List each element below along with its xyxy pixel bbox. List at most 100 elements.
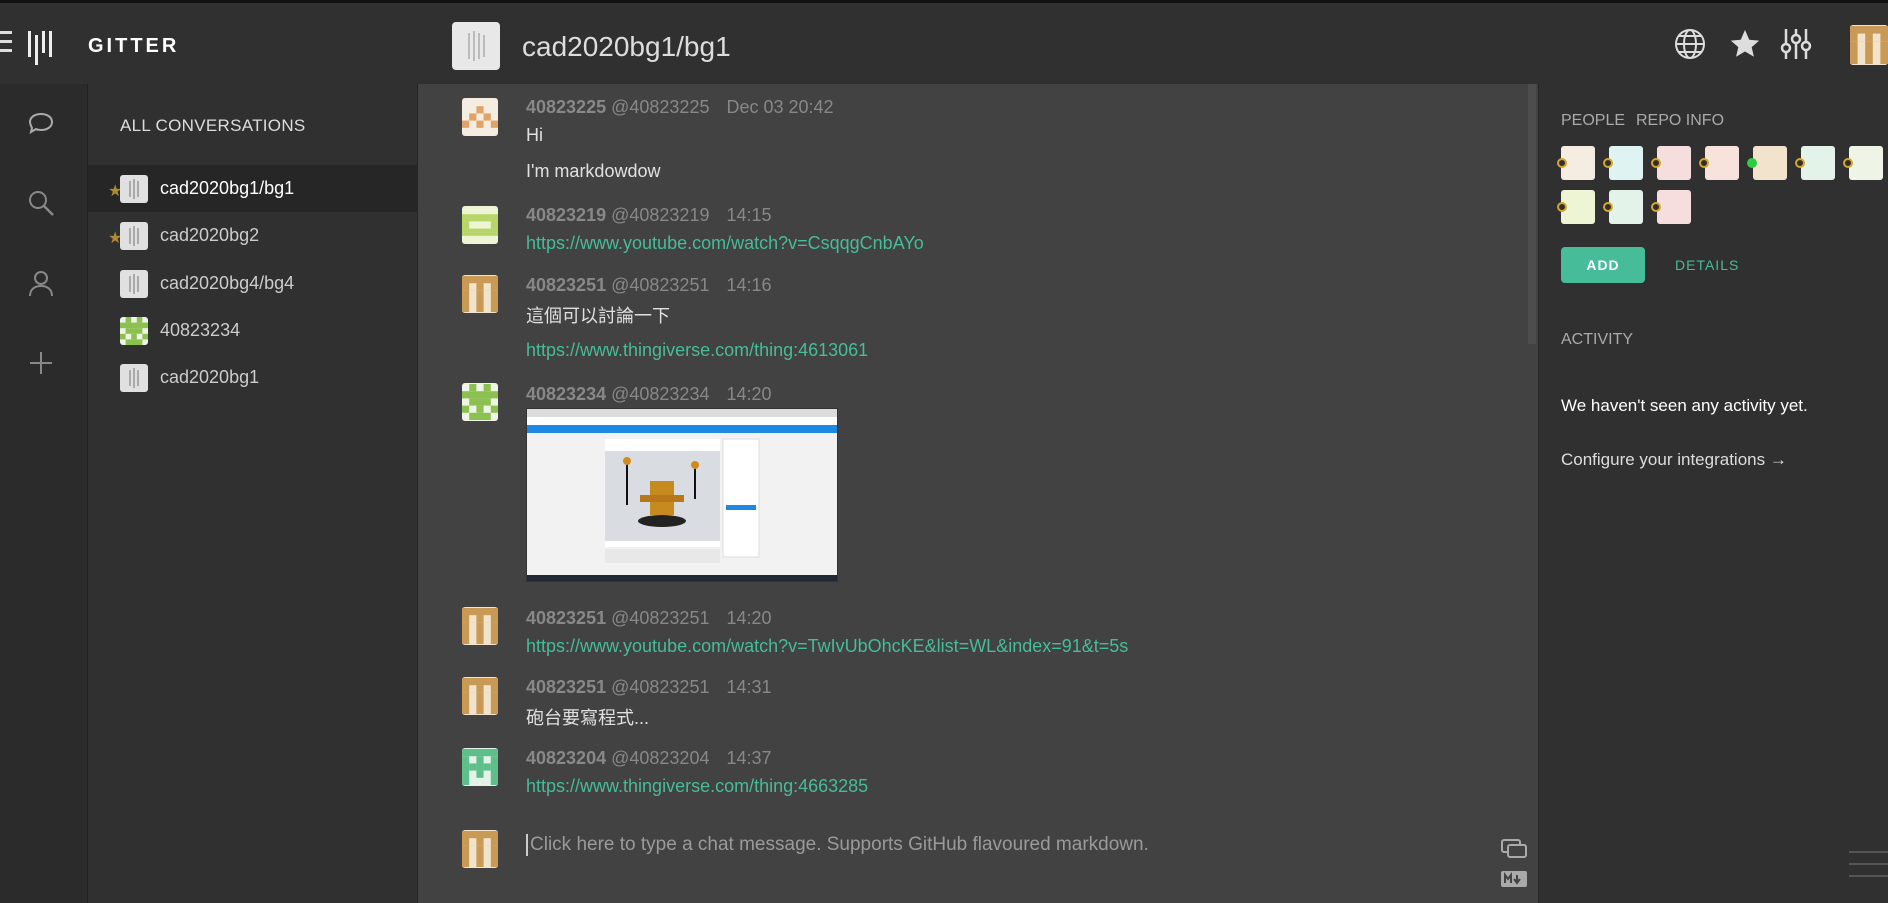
person-avatar[interactable] xyxy=(1801,146,1835,180)
room-avatar xyxy=(120,363,148,392)
conversation-item[interactable]: cad2020bg1 xyxy=(88,354,418,401)
message-header: 40823251 @40823251 14:31 xyxy=(526,677,772,698)
configure-integrations-link[interactable]: Configure your integrations → xyxy=(1561,450,1787,470)
conversation-item[interactable]: 40823234 xyxy=(88,307,418,354)
message-link[interactable]: https://www.thingiverse.com/thing:466328… xyxy=(526,776,868,797)
gitter-logo-icon[interactable] xyxy=(28,31,52,65)
user-avatar[interactable] xyxy=(462,607,498,645)
status-dot xyxy=(1557,202,1567,212)
message-time[interactable]: 14:16 xyxy=(726,275,771,295)
conversation-item[interactable]: ★ cad2020bg2 xyxy=(88,212,418,259)
message-author[interactable]: 40823251 xyxy=(526,608,606,628)
person-avatar[interactable] xyxy=(1705,146,1739,180)
message-link[interactable]: https://www.thingiverse.com/thing:461306… xyxy=(526,340,868,361)
message-handle: @40823225 xyxy=(611,97,710,117)
status-dot xyxy=(1603,202,1613,212)
globe-icon[interactable] xyxy=(1673,27,1707,61)
settings-sliders-icon[interactable] xyxy=(1778,27,1814,61)
room-avatar xyxy=(120,174,148,203)
message-author[interactable]: 40823251 xyxy=(526,677,606,697)
message-text: 砲台要寫程式... xyxy=(526,708,650,728)
people-icon[interactable] xyxy=(26,268,56,298)
add-people-button[interactable]: ADD xyxy=(1561,247,1645,283)
conversation-label: cad2020bg1 xyxy=(160,367,260,387)
status-dot xyxy=(1843,158,1853,168)
person-avatar[interactable] xyxy=(1657,146,1691,180)
person-avatar[interactable] xyxy=(1849,146,1883,180)
message-author[interactable]: 40823225 xyxy=(526,97,606,117)
message-handle: @40823204 xyxy=(611,748,710,768)
brand-name: GITTER xyxy=(88,35,180,57)
room-avatar xyxy=(452,22,500,70)
message-author[interactable]: 40823251 xyxy=(526,275,606,295)
left-rail xyxy=(0,84,88,903)
panel-handle-icon[interactable] xyxy=(1845,846,1888,886)
message-author[interactable]: 40823204 xyxy=(526,748,606,768)
message-link[interactable]: https://www.youtube.com/watch?v=TwIvUbOh… xyxy=(526,636,1128,657)
message-header: 40823204 @40823204 14:37 xyxy=(526,748,772,769)
user-avatar xyxy=(462,830,498,868)
conversations-heading: ALL CONVERSATIONS xyxy=(120,116,306,135)
room-avatar xyxy=(120,269,148,298)
image-attachment[interactable] xyxy=(526,408,838,582)
details-button[interactable]: DETAILS xyxy=(1675,257,1739,273)
top-bar: GITTER cad2020bg1/bg1 xyxy=(0,0,1888,84)
message-header: 40823225 @40823225 Dec 03 20:42 xyxy=(526,97,834,118)
message-text: I'm markdowdow xyxy=(526,161,661,181)
status-dot xyxy=(1603,158,1613,168)
plus-icon[interactable] xyxy=(26,348,56,378)
room-title: cad2020bg1/bg1 xyxy=(522,31,731,62)
user-avatar[interactable] xyxy=(462,98,498,136)
message-text: 這個可以討論一下 xyxy=(526,306,670,326)
chat-input[interactable]: Click here to type a chat message. Suppo… xyxy=(526,834,1149,856)
chat-panel: 40823225 @40823225 Dec 03 20:42 Hi I'm m… xyxy=(418,84,1538,903)
menu-icon[interactable] xyxy=(0,31,12,59)
person-avatar[interactable] xyxy=(1609,146,1643,180)
message-time[interactable]: 14:15 xyxy=(726,205,771,225)
message-header: 40823251 @40823251 14:16 xyxy=(526,275,772,296)
user-avatar[interactable] xyxy=(462,677,498,715)
tab-people[interactable]: PEOPLE xyxy=(1561,112,1625,130)
message-link[interactable]: https://www.youtube.com/watch?v=CsqqgCnb… xyxy=(526,233,924,254)
message-handle: @40823251 xyxy=(611,275,710,295)
conversation-item[interactable]: ★ cad2020bg1/bg1 xyxy=(88,165,418,212)
message-handle: @40823219 xyxy=(611,205,710,225)
person-avatar[interactable] xyxy=(1657,190,1691,224)
status-dot xyxy=(1699,158,1709,168)
message-handle: @40823234 xyxy=(611,384,710,404)
user-avatar[interactable] xyxy=(462,275,498,313)
conversation-label: 40823234 xyxy=(160,320,241,340)
person-avatar[interactable] xyxy=(1753,146,1787,180)
room-avatar xyxy=(120,221,148,250)
message-time[interactable]: 14:20 xyxy=(726,608,771,628)
conversation-label: cad2020bg2 xyxy=(160,225,260,245)
chat-bubble-icon[interactable] xyxy=(26,110,56,140)
user-avatar[interactable] xyxy=(462,383,498,421)
message-time[interactable]: 14:37 xyxy=(726,748,771,768)
user-avatar[interactable] xyxy=(462,748,498,786)
markdown-icon[interactable] xyxy=(1500,870,1528,888)
message-author[interactable]: 40823219 xyxy=(526,205,606,225)
status-dot xyxy=(1651,202,1661,212)
message-author[interactable]: 40823234 xyxy=(526,384,606,404)
search-icon[interactable] xyxy=(26,188,56,218)
person-avatar[interactable] xyxy=(1609,190,1643,224)
right-panel: PEOPLE REPO INFO ADD DETAILS ACTIVITY We… xyxy=(1538,84,1888,903)
activity-heading: ACTIVITY xyxy=(1561,331,1634,348)
message-time[interactable]: 14:31 xyxy=(726,677,771,697)
message-header: 40823234 @40823234 14:20 xyxy=(526,384,772,405)
chat-scrollbar[interactable] xyxy=(1528,84,1536,344)
user-avatar xyxy=(120,316,148,345)
message-time[interactable]: Dec 03 20:42 xyxy=(726,97,833,117)
conversation-label: cad2020bg4/bg4 xyxy=(160,273,295,293)
tab-repo-info[interactable]: REPO INFO xyxy=(1636,112,1724,130)
online-status-dot xyxy=(1747,158,1757,168)
user-avatar[interactable] xyxy=(462,206,498,244)
message-time[interactable]: 14:20 xyxy=(726,384,771,404)
user-avatar[interactable] xyxy=(1850,25,1888,65)
compose-mode-icon[interactable] xyxy=(1500,838,1528,860)
conversation-label: cad2020bg1/bg1 xyxy=(160,178,295,198)
conversation-item[interactable]: cad2020bg4/bg4 xyxy=(88,260,418,307)
star-icon[interactable] xyxy=(1728,27,1762,61)
status-dot xyxy=(1557,158,1567,168)
